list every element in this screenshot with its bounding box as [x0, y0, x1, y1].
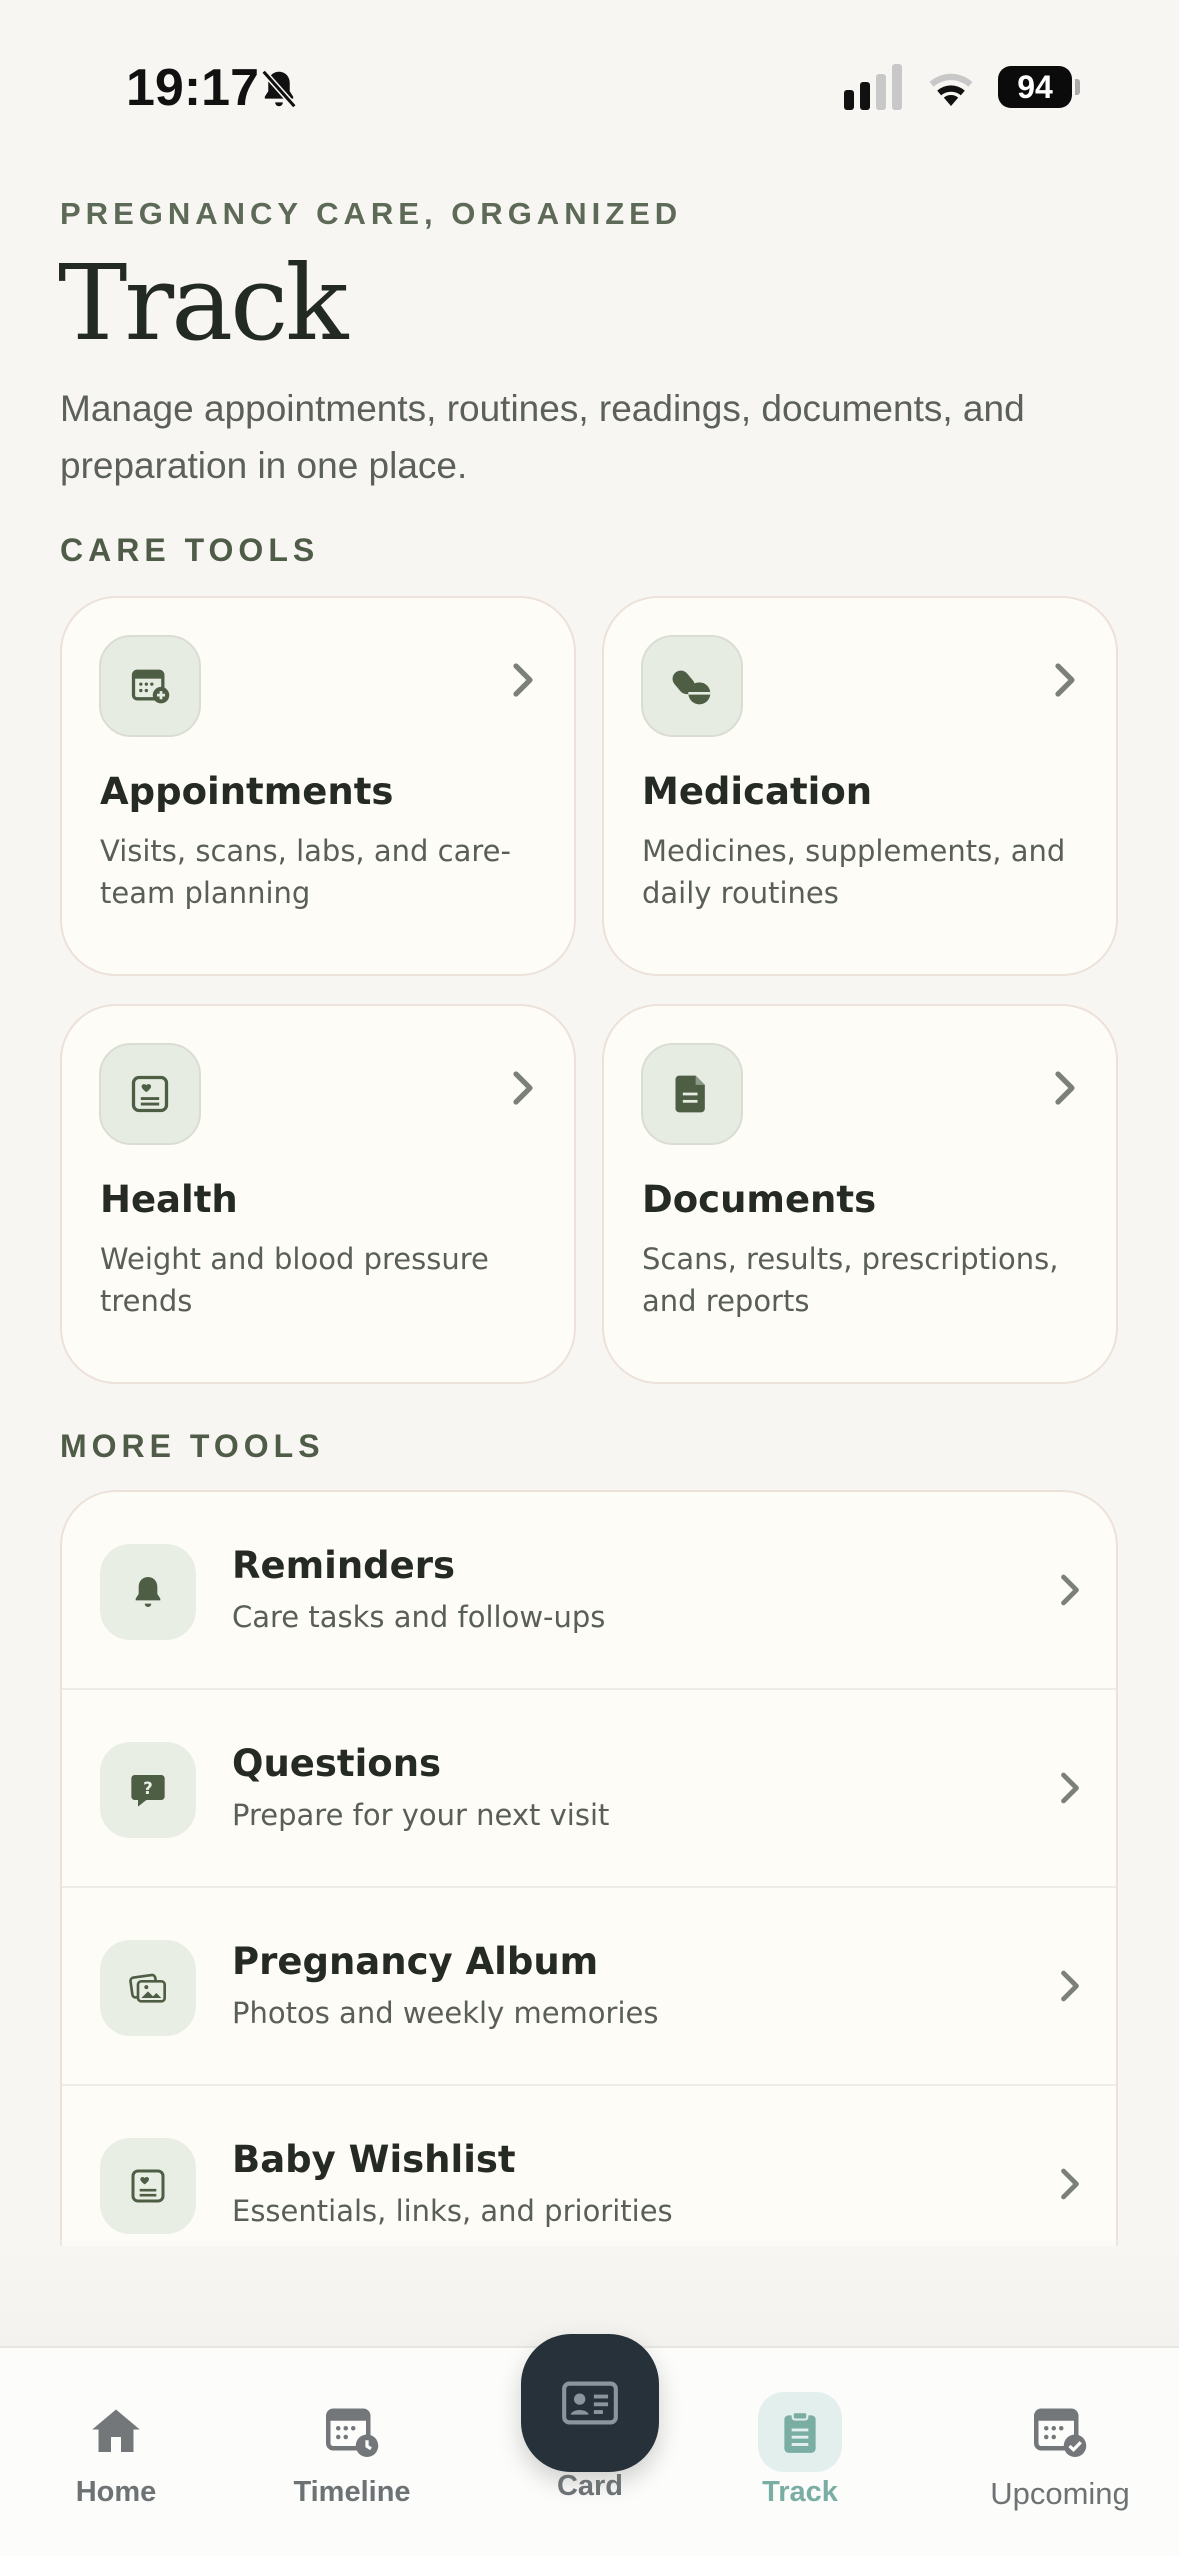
photos-icon — [100, 1940, 196, 2036]
card-title: Medication — [642, 770, 873, 813]
card-title: Documents — [642, 1178, 877, 1221]
more-tools-list: Reminders Care tasks and follow-ups ? Qu… — [60, 1490, 1118, 2246]
row-title: Questions — [232, 1742, 442, 1785]
row-title: Pregnancy Album — [232, 1940, 599, 1983]
wifi-icon — [929, 73, 973, 106]
row-questions[interactable]: ? Questions Prepare for your next visit — [62, 1690, 1116, 1888]
status-bar: 19:17 94 — [0, 0, 1179, 170]
row-subtitle: Care tasks and follow-ups — [232, 1600, 606, 1634]
status-time: 19:17 — [126, 59, 259, 117]
health-card-icon — [99, 1043, 201, 1145]
chevron-right-icon — [1061, 1772, 1079, 1804]
active-tab-highlight — [758, 2392, 842, 2472]
svg-text:?: ? — [143, 1779, 153, 1798]
row-title: Baby Wishlist — [232, 2138, 516, 2181]
calendar-add-icon — [99, 635, 201, 737]
tab-label: Track — [762, 2476, 838, 2508]
id-card-icon — [562, 2381, 618, 2425]
calendar-check-icon — [1034, 2408, 1087, 2457]
tab-card-label: Card — [556, 2470, 624, 2502]
card-health[interactable]: Health Weight and blood pressure trends — [60, 1004, 576, 1384]
tab-label: Upcoming — [990, 2476, 1130, 2511]
pill-icon — [641, 635, 743, 737]
tab-label: Timeline — [293, 2476, 411, 2508]
row-title: Reminders — [232, 1544, 456, 1587]
card-description: Scans, results, prescriptions, and repor… — [642, 1242, 1059, 1318]
tab-label: Home — [75, 2476, 157, 2508]
chevron-right-icon — [1061, 1970, 1079, 2002]
more-tools-label: MORE TOOLS — [60, 1428, 325, 1464]
row-subtitle: Essentials, links, and priorities — [232, 2194, 673, 2228]
page-title: Track — [58, 242, 348, 364]
battery-tip — [1075, 79, 1080, 95]
tab-home[interactable]: Home — [16, 2402, 216, 2522]
tab-card-button[interactable] — [521, 2334, 659, 2472]
document-icon — [641, 1043, 743, 1145]
card-title: Appointments — [100, 770, 394, 813]
row-subtitle: Photos and weekly memories — [232, 1996, 659, 2030]
card-appointments[interactable]: Appointments Visits, scans, labs, and ca… — [60, 596, 576, 976]
row-baby-wishlist[interactable]: Baby Wishlist Essentials, links, and pri… — [62, 2086, 1116, 2246]
house-icon — [92, 2409, 140, 2452]
chevron-right-icon — [1061, 1574, 1079, 1606]
chevron-right-icon — [513, 663, 533, 697]
row-pregnancy-album[interactable]: Pregnancy Album Photos and weekly memori… — [62, 1888, 1116, 2086]
question-bubble-icon: ? — [100, 1742, 196, 1838]
tab-track[interactable]: Track — [700, 2392, 900, 2522]
card-description: Visits, scans, labs, and care-team plann… — [100, 834, 511, 910]
card-medication[interactable]: Medication Medicines, supplements, and d… — [602, 596, 1118, 976]
care-tools-label: CARE TOOLS — [60, 532, 320, 568]
chevron-right-icon — [1055, 1071, 1075, 1105]
card-title: Health — [100, 1178, 238, 1221]
bell-off-icon — [261, 69, 297, 109]
chevron-right-icon — [513, 1071, 533, 1105]
row-reminders[interactable]: Reminders Care tasks and follow-ups — [62, 1492, 1116, 1690]
calendar-clock-icon — [326, 2408, 379, 2457]
chevron-right-icon — [1061, 2168, 1079, 2200]
wishlist-icon — [100, 2138, 196, 2234]
card-documents[interactable]: Documents Scans, results, prescriptions,… — [602, 1004, 1118, 1384]
tab-upcoming[interactable]: Upcoming — [960, 2402, 1160, 2522]
signal-icon — [844, 64, 902, 110]
page-eyebrow: PREGNANCY CARE, ORGANIZED — [60, 196, 683, 231]
tab-timeline[interactable]: Timeline — [252, 2402, 452, 2522]
clipboard-icon — [784, 2411, 816, 2453]
row-subtitle: Prepare for your next visit — [232, 1798, 610, 1832]
card-description: Medicines, supplements, and daily routin… — [642, 834, 1066, 910]
bell-icon — [100, 1544, 196, 1640]
page-subtitle: Manage appointments, routines, readings,… — [60, 388, 1025, 486]
battery-level: 94 — [1017, 69, 1053, 105]
chevron-right-icon — [1055, 663, 1075, 697]
battery-indicator: 94 — [998, 66, 1072, 108]
card-description: Weight and blood pressure trends — [100, 1242, 489, 1318]
